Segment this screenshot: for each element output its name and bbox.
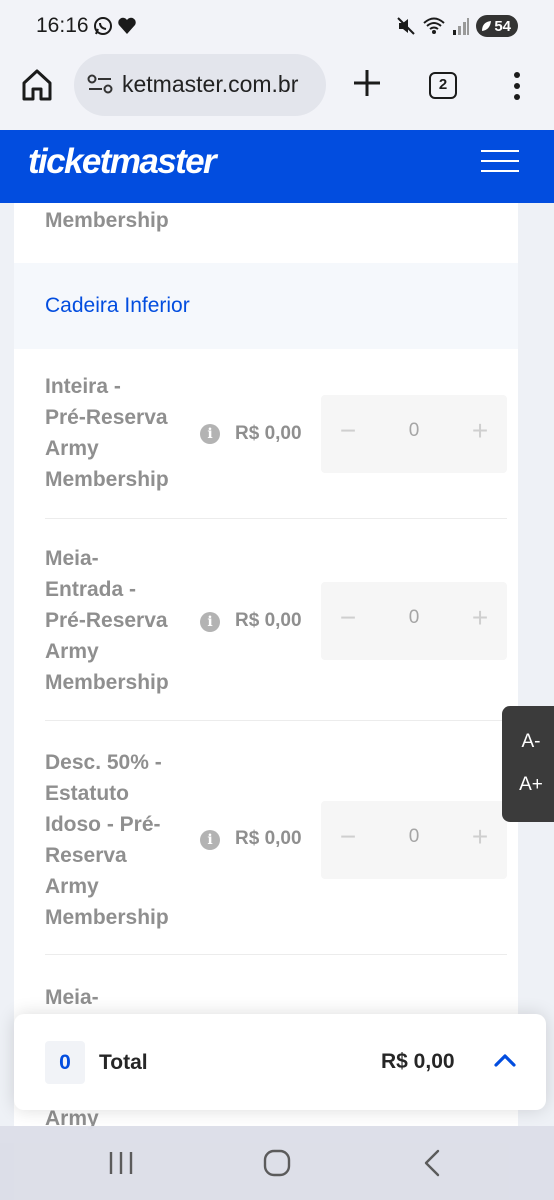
ticket-label-line: Membership [45, 671, 169, 694]
ticket-label-partial: Meia- [45, 986, 99, 1009]
signal-icon [453, 18, 470, 35]
decrease-font-button[interactable]: A- [502, 731, 554, 753]
tab-switcher-button[interactable]: 2 [429, 72, 457, 99]
battery-saver-icon [482, 21, 492, 31]
increase-font-button[interactable]: A+ [502, 774, 554, 796]
ticket-label-line: Pré-Reserva [45, 406, 168, 429]
site-header: ticketmaster [0, 130, 554, 203]
increase-quantity-button[interactable]: + [465, 415, 495, 447]
ticket-label-line: Estatuto [45, 782, 129, 805]
ticket-label-line: Pré-Reserva [45, 609, 168, 632]
decrease-quantity-button[interactable]: − [333, 821, 363, 853]
chevron-up-icon[interactable] [493, 1050, 517, 1070]
info-icon[interactable]: i [200, 612, 220, 632]
ticket-price: R$ 0,00 [235, 423, 302, 444]
site-settings-icon[interactable] [87, 73, 113, 97]
ticket-label-line: Membership [45, 906, 169, 929]
cart-total-bar[interactable]: 0 Total R$ 0,00 [14, 1014, 546, 1110]
row-divider [45, 954, 507, 955]
ticket-label: Inteira - Pré-Reserva Army Membership [45, 371, 195, 495]
section-title: Cadeira Inferior [45, 294, 190, 317]
ticket-label-line: Membership [45, 468, 169, 491]
decrease-quantity-button[interactable]: − [333, 415, 363, 447]
ticket-label: Meia- Entrada - Pré-Reserva Army Members… [45, 543, 195, 698]
increase-quantity-button[interactable]: + [465, 602, 495, 634]
total-price: R$ 0,00 [381, 1050, 455, 1073]
home-icon[interactable] [19, 67, 55, 103]
ticket-label-line: Desc. 50% - [45, 751, 162, 774]
status-time: 16:16 [36, 14, 89, 37]
info-icon[interactable]: i [200, 424, 220, 444]
system-navigation-bar [0, 1126, 554, 1200]
row-divider [45, 720, 507, 721]
more-menu-icon[interactable] [505, 70, 529, 102]
ticket-label-line: Inteira - [45, 375, 121, 398]
home-nav-icon[interactable] [262, 1148, 292, 1178]
increase-quantity-button[interactable]: + [465, 821, 495, 853]
screen: 16:16 54 ketmaster.com.br 2 ticketmaster… [0, 0, 554, 1200]
ticket-price: R$ 0,00 [235, 610, 302, 631]
ticket-label-line: Army [45, 875, 99, 898]
url-text: ketmaster.com.br [122, 71, 299, 97]
ticket-row: Inteira - Pré-Reserva Army Membership i … [45, 371, 507, 511]
font-size-toggle: A- A+ [502, 706, 554, 822]
status-bar: 16:16 54 [0, 0, 554, 54]
quantity-stepper: − 0 + [321, 395, 507, 473]
ticket-label-partial: Membership [45, 209, 169, 232]
ticket-label-line: Meia- [45, 547, 99, 570]
wifi-icon [423, 17, 445, 34]
ticketmaster-logo[interactable]: ticketmaster [28, 142, 217, 182]
ticket-label-line: Idoso - Pré- [45, 813, 161, 836]
back-icon[interactable] [420, 1148, 444, 1178]
decrease-quantity-button[interactable]: − [333, 602, 363, 634]
info-icon[interactable]: i [200, 830, 220, 850]
hamburger-line [481, 150, 519, 152]
ticket-label-line: Army [45, 640, 99, 663]
hamburger-line [481, 170, 519, 172]
mute-icon [397, 17, 416, 35]
hamburger-menu-icon[interactable] [481, 150, 519, 174]
battery-level: 54 [494, 17, 511, 35]
ticket-count-badge: 0 [45, 1041, 85, 1084]
status-system-icons: 54 [396, 15, 518, 37]
ticket-label: Desc. 50% - Estatuto Idoso - Pré- Reserv… [45, 747, 195, 933]
hamburger-line [481, 160, 519, 162]
recent-apps-icon[interactable] [108, 1148, 134, 1178]
quantity-stepper: − 0 + [321, 582, 507, 660]
ticket-label-line: Entrada - [45, 578, 137, 601]
heart-icon [118, 17, 136, 34]
ticket-row: Meia- Entrada - Pré-Reserva Army Members… [45, 543, 507, 713]
ticket-price: R$ 0,00 [235, 828, 302, 849]
ticket-label-line: Reserva [45, 844, 127, 867]
ticket-row: Desc. 50% - Estatuto Idoso - Pré- Reserv… [45, 747, 507, 947]
quantity-value: 0 [408, 420, 420, 441]
ticket-label-line: Army [45, 437, 99, 460]
section-header: Cadeira Inferior [14, 263, 518, 349]
quantity-value: 0 [408, 607, 420, 628]
new-tab-icon[interactable] [350, 66, 384, 100]
row-divider [45, 518, 507, 519]
browser-toolbar: ketmaster.com.br 2 [0, 54, 554, 130]
total-label: Total [99, 1051, 148, 1074]
address-bar[interactable]: ketmaster.com.br [74, 54, 326, 116]
quantity-stepper: − 0 + [321, 801, 507, 879]
status-notification-icons [93, 16, 137, 36]
quantity-value: 0 [408, 826, 420, 847]
battery-indicator: 54 [476, 15, 518, 37]
whatsapp-icon [94, 17, 112, 35]
